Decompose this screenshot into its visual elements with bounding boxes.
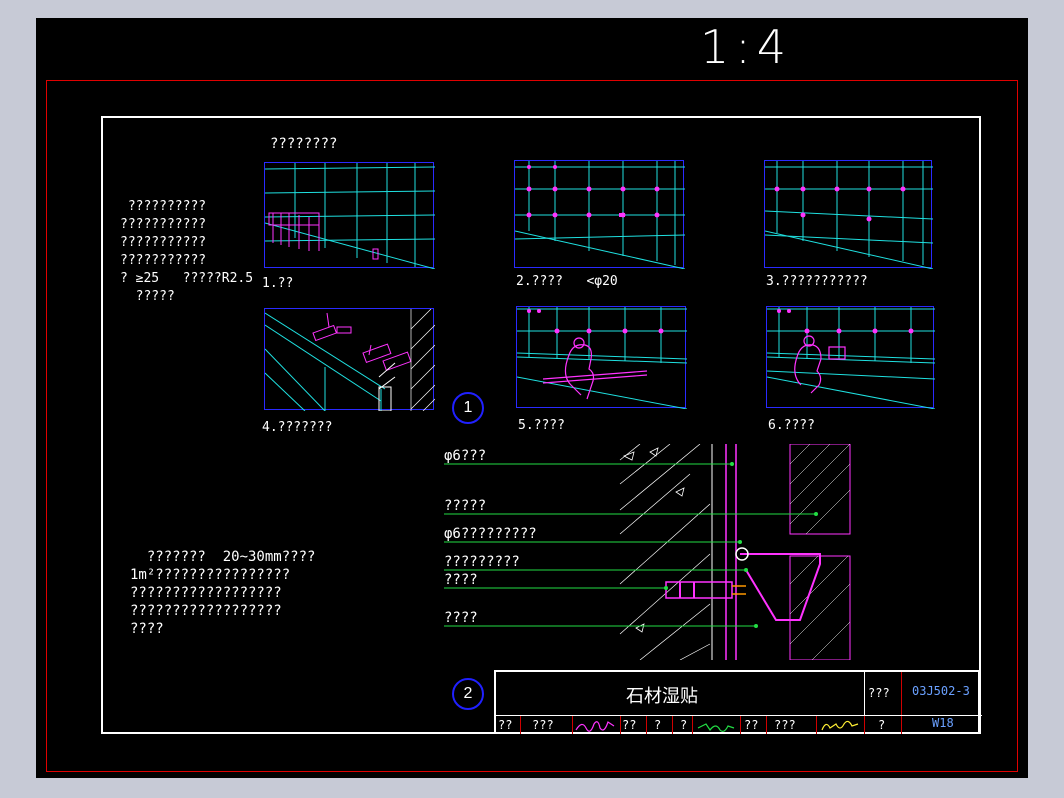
- step-3-drawing: [765, 161, 933, 269]
- figure2-notes: ??????? 20~30mm???? 1m²???????????????? …: [130, 548, 315, 638]
- step-1-panel: [264, 162, 435, 269]
- note-line: ??????????: [120, 199, 207, 214]
- step-1-drawing: [265, 163, 435, 269]
- figure-1-marker: 1: [452, 392, 484, 424]
- tb-field: ??: [744, 718, 759, 732]
- tb-divider: [672, 716, 673, 734]
- tb-divider: [864, 716, 865, 734]
- step-6-caption: 6.????: [768, 418, 815, 433]
- note-line: ????: [130, 621, 164, 637]
- step-6-drawing: [767, 307, 935, 409]
- figure-2-marker: 2: [452, 678, 484, 710]
- step-5-caption: 5.????: [518, 418, 565, 433]
- note-line: ? ≥25 ?????R2.5: [120, 271, 254, 286]
- tb-divider: [572, 716, 573, 734]
- step-1-caption: 1.??: [262, 276, 294, 291]
- scale-label: 1:4: [700, 20, 793, 74]
- tb-divider: [901, 672, 902, 716]
- step-5-drawing: [517, 307, 687, 409]
- atlas-label: ???: [868, 686, 890, 700]
- note-line: ???????????: [120, 253, 207, 268]
- tb-divider: [766, 716, 767, 734]
- step-2-drawing: [515, 161, 685, 269]
- callout-label: ????: [444, 572, 478, 588]
- callout-label: φ6?????????: [444, 526, 537, 542]
- tb-divider: [692, 716, 693, 734]
- callout-label: φ6???: [444, 448, 487, 464]
- tb-field: ??: [622, 718, 637, 732]
- tb-divider: [520, 716, 521, 734]
- note-line: 1m²????????????????: [130, 567, 291, 583]
- signature-image: [575, 721, 615, 732]
- step-4-panel: [264, 308, 435, 411]
- cad-viewer: 1:4 ???????? ?????????? ??????????? ????…: [0, 0, 1064, 798]
- tb-divider: [646, 716, 647, 734]
- page-label: ?: [878, 718, 886, 732]
- tb-field: ???: [532, 718, 554, 732]
- tb-divider: [496, 715, 982, 716]
- section-detail-drawing: [444, 444, 851, 660]
- page-number: W18: [932, 716, 954, 730]
- callout-label: ?????: [444, 498, 487, 514]
- step-4-drawing: [265, 309, 435, 411]
- note-line: ??????????????????: [130, 585, 282, 601]
- tb-divider: [864, 672, 865, 716]
- step-4-caption: 4.???????: [262, 420, 333, 435]
- step-3-caption: 3.???????????: [766, 274, 868, 289]
- note-line: ??????????????????: [130, 603, 282, 619]
- note-line: ?????: [120, 289, 175, 304]
- step-3-panel: [764, 160, 933, 269]
- figure1-notes: ?????????? ??????????? ??????????? ?????…: [120, 198, 253, 306]
- tb-field: ?: [654, 718, 662, 732]
- step-2-panel: [514, 160, 685, 269]
- figure1-header: ????????: [270, 136, 338, 152]
- step-6-panel: [766, 306, 935, 409]
- tb-field: ?: [680, 718, 688, 732]
- step-2-caption: 2.???? <φ20: [516, 274, 618, 289]
- tb-divider: [620, 716, 621, 734]
- tb-field: ???: [774, 718, 796, 732]
- callout-label: ????: [444, 610, 478, 626]
- title-block: 石材湿贴 ??? 03J502-3 ? W18 ?? ??? ?? ? ? ??…: [494, 670, 982, 734]
- tb-divider: [740, 716, 741, 734]
- drawing-title: 石材湿贴: [626, 686, 698, 707]
- note-line: ???????????: [120, 217, 207, 232]
- note-line: ??????? 20~30mm????: [130, 549, 316, 565]
- note-line: ???????????: [120, 235, 207, 250]
- atlas-number: 03J502-3: [912, 684, 970, 698]
- tb-divider: [901, 716, 902, 734]
- callout-label: ?????????: [444, 554, 520, 570]
- tb-divider: [816, 716, 817, 734]
- step-5-panel: [516, 306, 687, 409]
- tb-field: ??: [498, 718, 513, 732]
- signature-image: [821, 720, 859, 731]
- signature-image: [697, 723, 735, 732]
